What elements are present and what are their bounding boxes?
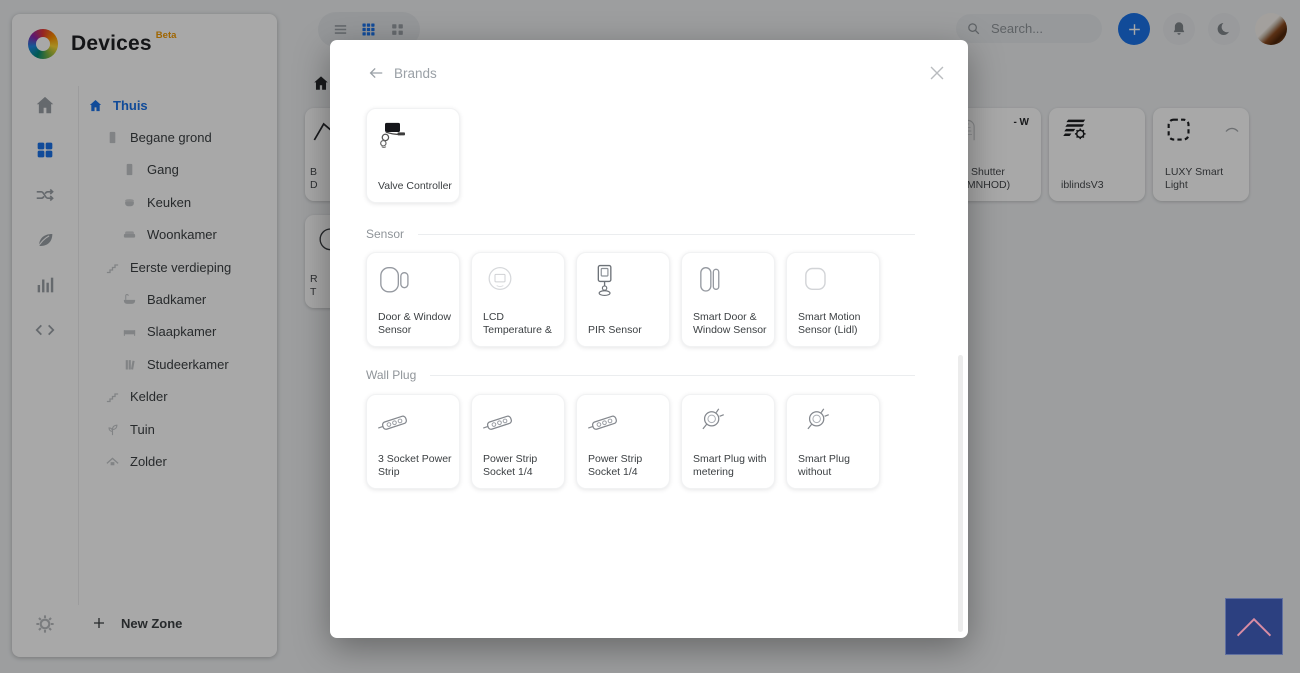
pir-sensor-image-icon: [585, 261, 625, 301]
brand-card-door-window-sensor[interactable]: Door & Window Sensor: [366, 252, 460, 347]
smart-motion-image-icon: [795, 261, 835, 301]
lcd-temperature-image-icon: [480, 261, 520, 301]
power-strip-image-icon: [480, 403, 520, 443]
section-header: Wall Plug: [366, 365, 915, 385]
section-title: Wall Plug: [366, 368, 416, 382]
valve-controller-image-icon: [375, 117, 415, 157]
modal-header: Brands: [366, 56, 948, 90]
brand-card-3-socket-power-strip[interactable]: 3 Socket Power Strip: [366, 394, 460, 489]
power-strip-image-icon: [585, 403, 625, 443]
brand-card-label: Smart Door & Window Sensor: [693, 311, 769, 338]
section-header: Sensor: [366, 224, 915, 244]
section-divider: [418, 234, 915, 235]
brand-card-label: Smart Plug without: [798, 453, 874, 480]
brand-card-pir-sensor[interactable]: PIR Sensor: [576, 252, 670, 347]
brand-grid: 3 Socket Power Strip Power Strip Socket …: [366, 394, 886, 489]
brand-grid: Valve Controller: [366, 108, 886, 203]
close-icon[interactable]: [926, 62, 948, 84]
door-window-sensor-image-icon: [375, 261, 415, 301]
modal-title: Brands: [394, 66, 437, 81]
brand-card-label: Valve Controller: [378, 180, 454, 194]
brand-card-valve-controller[interactable]: Valve Controller: [366, 108, 460, 203]
brand-card-power-strip-socket-1-4[interactable]: Power Strip Socket 1/4: [471, 394, 565, 489]
brand-card-smart-door-window-sensor[interactable]: Smart Door & Window Sensor: [681, 252, 775, 347]
brand-card-smart-plug-without[interactable]: Smart Plug without: [786, 394, 880, 489]
smart-plug-image-icon: [690, 403, 730, 443]
section-divider: [430, 375, 915, 376]
smart-plug-image-icon: [795, 403, 835, 443]
brand-card-label: Door & Window Sensor: [378, 311, 454, 338]
brand-card-label: Power Strip Socket 1/4: [483, 453, 559, 480]
brand-card-label: PIR Sensor: [588, 324, 664, 338]
chevron-up-widget[interactable]: [1225, 598, 1283, 655]
modal-scrollbar[interactable]: [958, 355, 963, 632]
brand-card-label: LCD Temperature &: [483, 311, 559, 338]
add-device-modal: Brands Valve Controller Sensor Door & Wi…: [330, 40, 968, 638]
smart-door-window-image-icon: [690, 261, 730, 301]
brand-card-power-strip-socket-1-4[interactable]: Power Strip Socket 1/4: [576, 394, 670, 489]
power-strip-image-icon: [375, 403, 415, 443]
brand-card-smart-motion-sensor-lidl-[interactable]: Smart Motion Sensor (Lidl): [786, 252, 880, 347]
back-arrow-icon[interactable]: [366, 63, 386, 83]
brand-card-smart-plug-with-metering[interactable]: Smart Plug with metering: [681, 394, 775, 489]
brand-card-label: Power Strip Socket 1/4: [588, 453, 664, 480]
brand-card-label: Smart Motion Sensor (Lidl): [798, 311, 874, 338]
brand-card-label: Smart Plug with metering: [693, 453, 769, 480]
section-title: Sensor: [366, 227, 404, 241]
brand-card-label: 3 Socket Power Strip: [378, 453, 454, 480]
brand-grid: Door & Window Sensor LCD Temperature & P…: [366, 252, 886, 347]
brand-card-lcd-temperature-[interactable]: LCD Temperature &: [471, 252, 565, 347]
